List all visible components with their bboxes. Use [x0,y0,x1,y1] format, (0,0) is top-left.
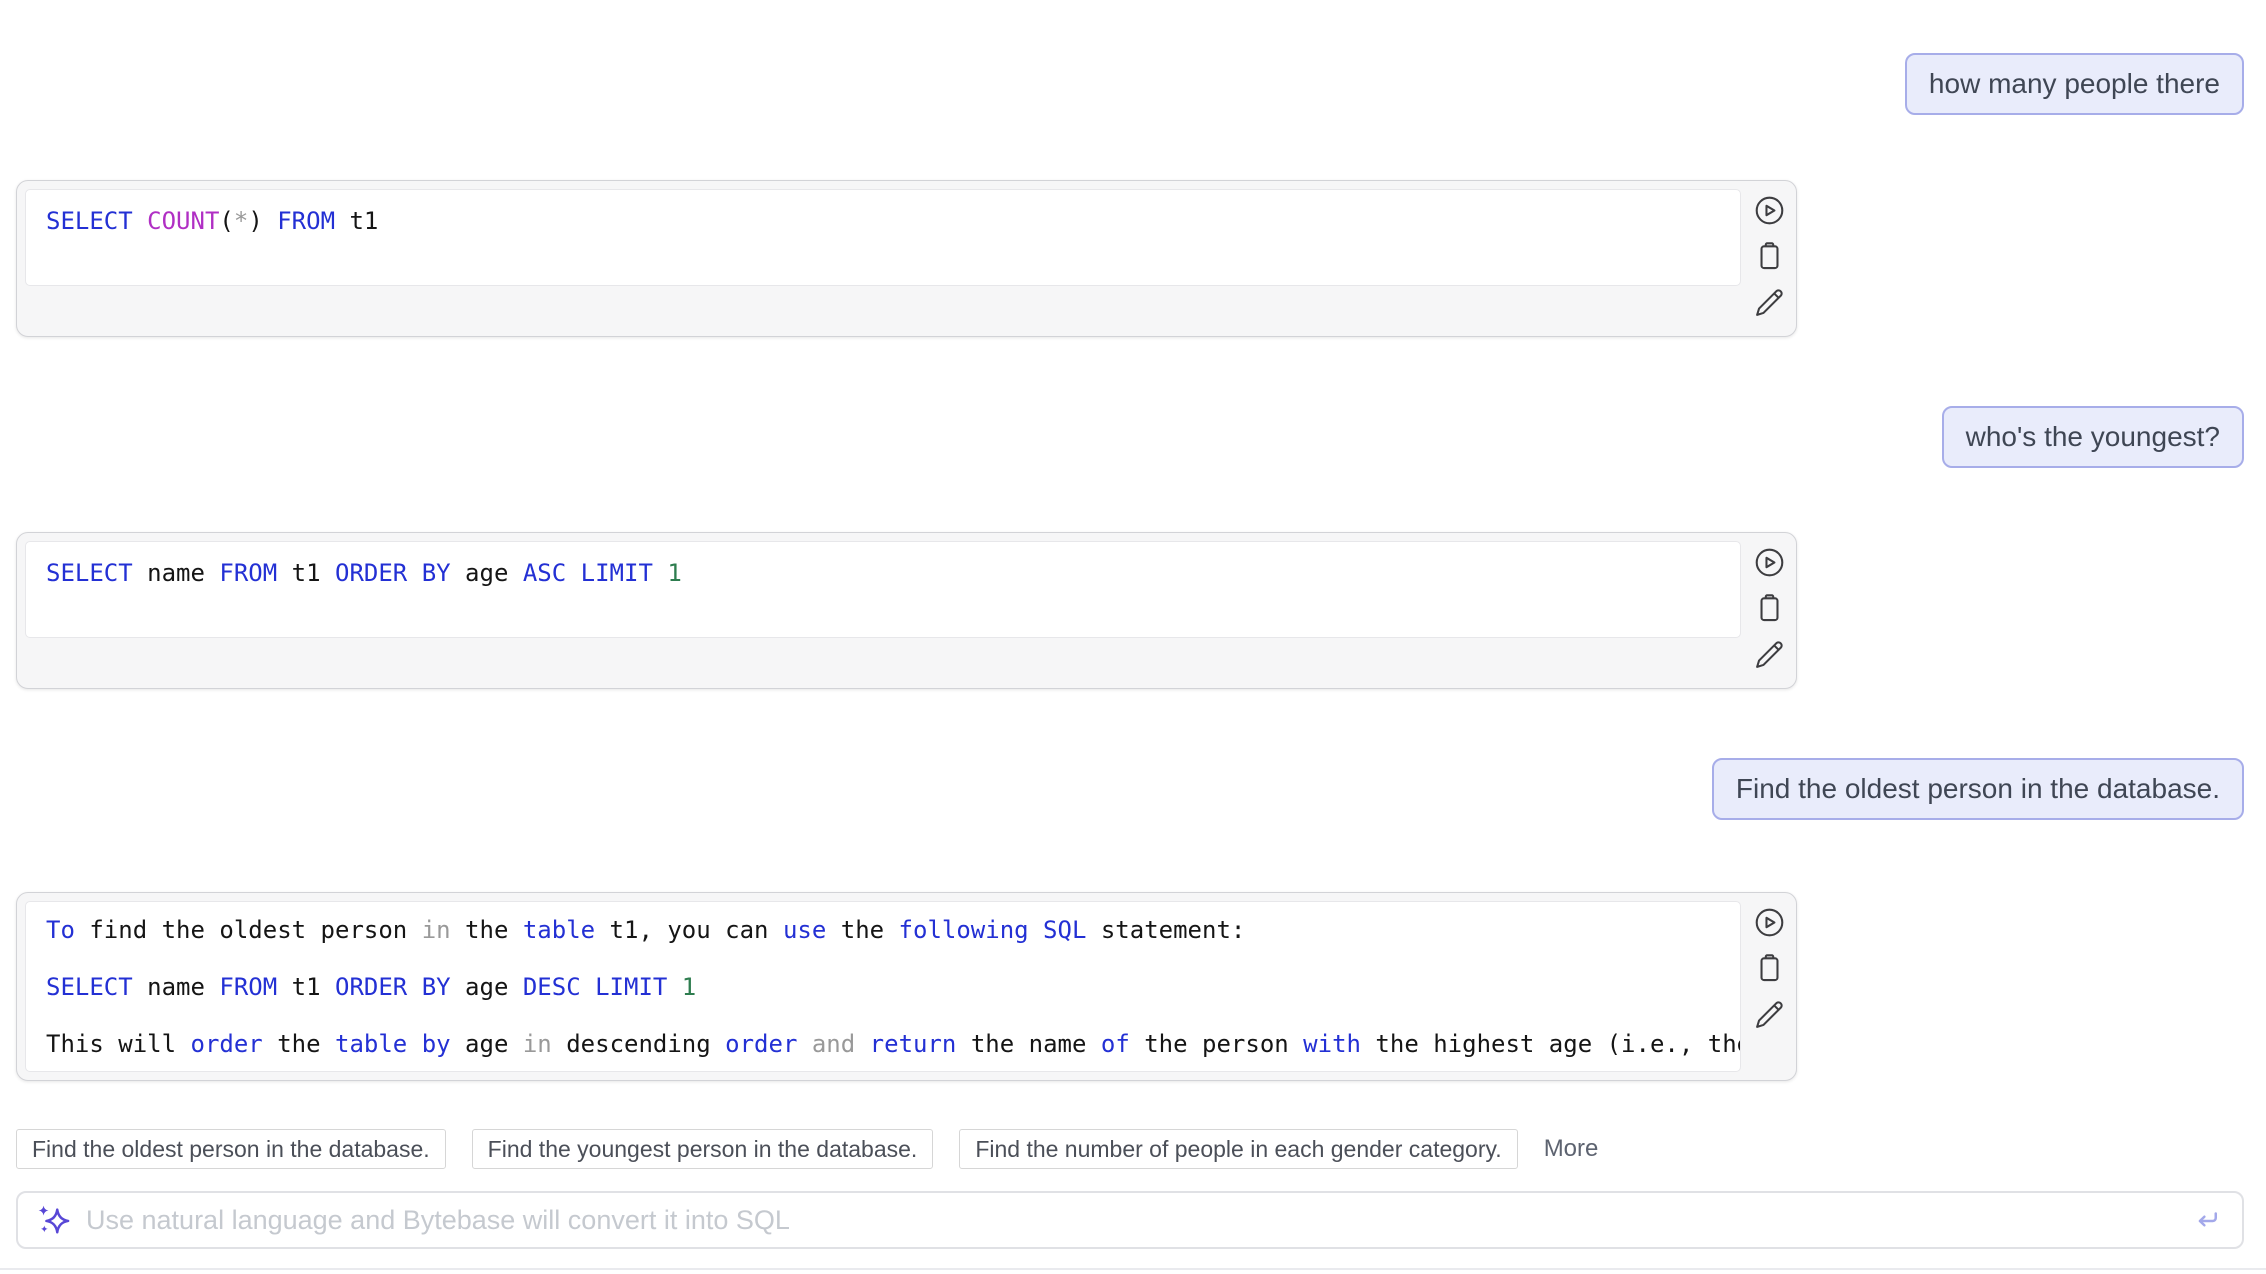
suggestion-button[interactable]: Find the number of people in each gender… [959,1129,1517,1169]
user-message-bubble: Find the oldest person in the database. [1712,758,2244,820]
run-sql-button[interactable] [1753,906,1786,939]
sql-code-line: This will order the table by age in desc… [46,1030,1720,1058]
suggestion-button[interactable]: Find the youngest person in the database… [472,1129,934,1169]
user-message-bubble: how many people there [1905,53,2244,115]
copy-sql-button[interactable] [1753,952,1786,985]
sparkles-icon [36,1203,70,1237]
play-icon [1753,546,1786,579]
assistant-sql-card: SELECT name FROM t1 ORDER BY age ASC LIM… [16,532,1797,689]
sql-code-block: SELECT name FROM t1 ORDER BY age ASC LIM… [25,541,1741,638]
user-message-row: how many people there [16,53,2244,115]
edit-sql-button[interactable] [1753,998,1786,1031]
chat-history: how many people there SELECT COUNT(*) FR… [16,53,2244,1081]
sql-chat-panel: how many people there SELECT COUNT(*) FR… [0,0,2266,1274]
sql-code-line: SELECT name FROM t1 ORDER BY age ASC LIM… [46,558,1720,588]
suggestion-button[interactable]: Find the oldest person in the database. [16,1129,446,1169]
sql-card-actions [1749,194,1790,319]
composer [16,1191,2244,1249]
run-sql-button[interactable] [1753,194,1786,227]
user-message-row: Find the oldest person in the database. [16,758,2244,820]
suggestion-row: Find the oldest person in the database. F… [16,1129,2244,1169]
clipboard-icon [1753,952,1786,985]
assistant-sql-card: SELECT COUNT(*) FROM t1 [16,180,1797,337]
edit-sql-button[interactable] [1753,638,1786,671]
pencil-icon [1753,286,1786,319]
natural-language-input[interactable] [84,1204,2178,1237]
user-message-row: who's the youngest? [16,406,2244,468]
bottom-divider [0,1268,2266,1270]
submit-button[interactable] [2192,1205,2222,1235]
sql-code-block: SELECT COUNT(*) FROM t1 [25,189,1741,286]
sql-code-line: SELECT COUNT(*) FROM t1 [46,206,1720,236]
sql-code-line: To find the oldest person in the table t… [46,916,1720,944]
user-message-bubble: who's the youngest? [1942,406,2244,468]
sql-code-line: SELECT name FROM t1 ORDER BY age DESC LI… [46,973,1720,1001]
play-icon [1753,906,1786,939]
sql-card-actions [1749,546,1790,671]
pencil-icon [1753,998,1786,1031]
pencil-icon [1753,638,1786,671]
copy-sql-button[interactable] [1753,592,1786,625]
copy-sql-button[interactable] [1753,240,1786,273]
clipboard-icon [1753,240,1786,273]
run-sql-button[interactable] [1753,546,1786,579]
sql-code-block: To find the oldest person in the table t… [25,901,1741,1072]
assistant-sql-card: To find the oldest person in the table t… [16,892,1797,1081]
sql-card-actions [1749,906,1790,1031]
play-icon [1753,194,1786,227]
edit-sql-button[interactable] [1753,286,1786,319]
clipboard-icon [1753,592,1786,625]
return-icon [2192,1205,2222,1235]
more-suggestions-link[interactable]: More [1544,1135,1599,1163]
